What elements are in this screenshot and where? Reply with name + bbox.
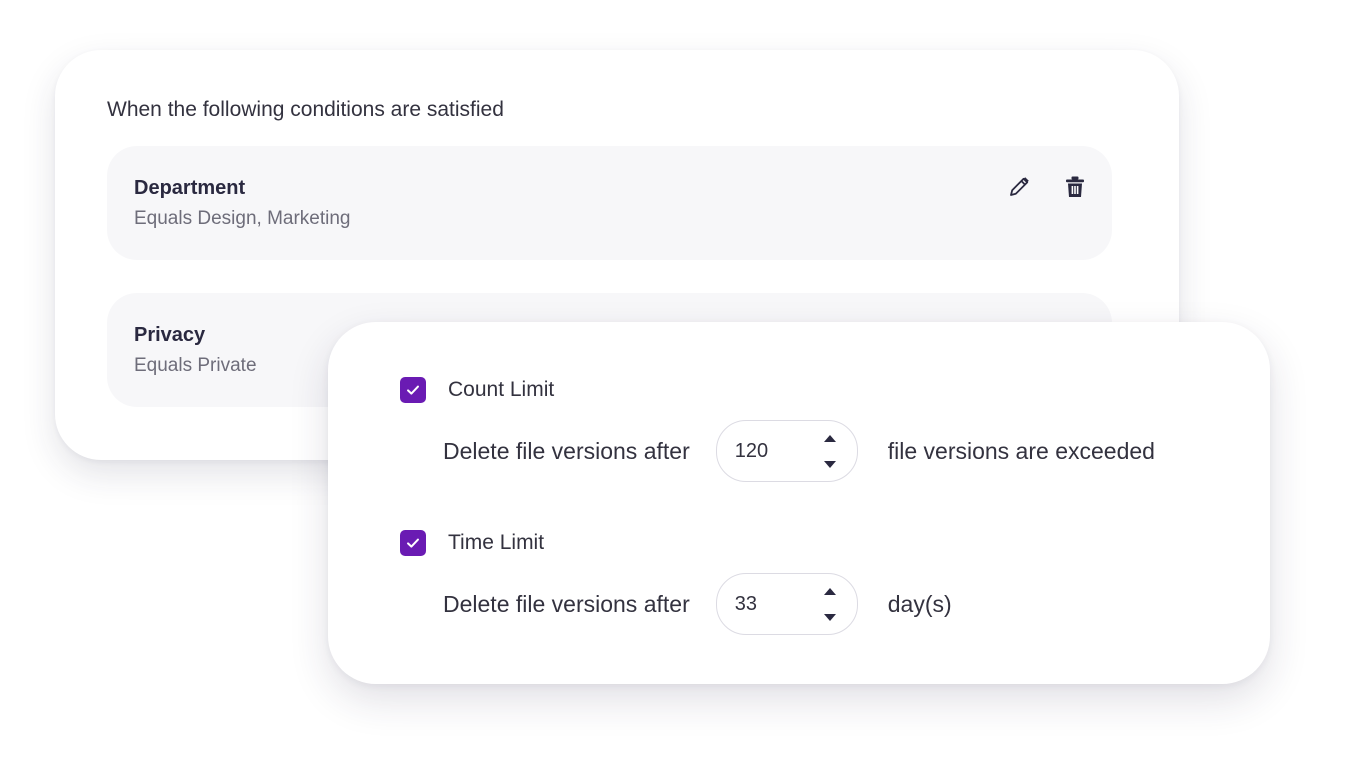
count-limit-input[interactable]: 120	[715, 420, 858, 482]
count-limit-prefix: Delete file versions after	[443, 437, 690, 464]
checkmark-icon	[407, 385, 419, 395]
time-limit-label: Time Limit	[448, 531, 545, 554]
count-limit-label: Count Limit	[448, 378, 555, 401]
caret-down-icon[interactable]	[821, 609, 839, 625]
count-limit-setting: Delete file versions after 120 file vers…	[443, 420, 1155, 482]
count-limit-checkbox-line: Count Limit	[400, 376, 554, 404]
checkmark-icon	[407, 538, 419, 548]
caret-up-icon[interactable]	[821, 430, 839, 446]
time-limit-checkbox[interactable]	[400, 530, 426, 556]
condition-actions	[1006, 174, 1088, 200]
count-limit-checkbox[interactable]	[400, 377, 426, 403]
time-limit-setting: Delete file versions after 33 day(s)	[443, 573, 952, 635]
condition-description: Equals Private	[134, 355, 257, 376]
count-limit-value: 120	[734, 440, 769, 462]
time-limit-checkbox-line: Time Limit	[400, 529, 544, 557]
time-limit-stepper	[821, 583, 839, 625]
count-limit-suffix: file versions are exceeded	[887, 437, 1155, 464]
count-limit-stepper	[821, 430, 839, 472]
pencil-icon[interactable]	[1006, 174, 1032, 200]
condition-description: Equals Design, Marketing	[134, 208, 351, 229]
time-limit-section: Time Limit Delete file versions after 33…	[400, 529, 952, 635]
trash-icon[interactable]	[1062, 174, 1088, 200]
limits-card: Count Limit Delete file versions after 1…	[328, 322, 1270, 684]
caret-up-icon[interactable]	[821, 583, 839, 599]
conditions-heading: When the following conditions are satisf…	[107, 98, 504, 121]
time-limit-input[interactable]: 33	[715, 573, 858, 635]
caret-down-icon[interactable]	[821, 456, 839, 472]
condition-title: Privacy	[134, 324, 206, 346]
count-limit-section: Count Limit Delete file versions after 1…	[400, 376, 1155, 482]
condition-row-department: Department Equals Design, Marketing	[107, 146, 1112, 260]
time-limit-value: 33	[734, 593, 757, 615]
condition-title: Department	[134, 177, 246, 199]
time-limit-prefix: Delete file versions after	[443, 590, 690, 617]
time-limit-suffix: day(s)	[887, 590, 952, 617]
